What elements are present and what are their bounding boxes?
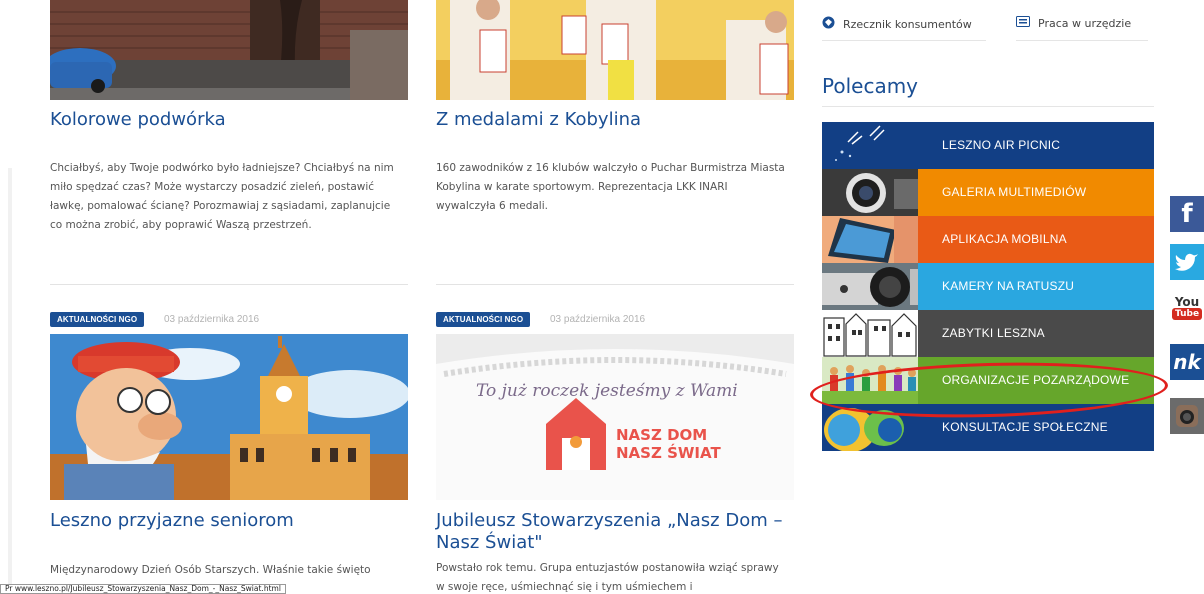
- nk-icon[interactable]: nk: [1170, 344, 1204, 380]
- article-divider: [50, 284, 408, 285]
- recommended-divider: [822, 106, 1154, 107]
- article-image-kolorowe-podworka[interactable]: [50, 0, 408, 100]
- left-border: [8, 168, 12, 594]
- logo-line1: NASZ DOM: [616, 426, 707, 444]
- cake-handwriting: To już roczek jesteśmy z Wami: [476, 381, 738, 401]
- tile-aplikacja-mobilna[interactable]: APLIKACJA MOBILNA: [822, 216, 1154, 263]
- article-title[interactable]: Leszno przyjazne seniorom: [50, 510, 294, 532]
- smartphone-icon: [822, 216, 918, 263]
- article-excerpt: Chciałbyś, aby Twoje podwórko było ładni…: [50, 162, 394, 231]
- youtube-icon[interactable]: You Tube: [1170, 290, 1204, 326]
- plane-icon: [822, 122, 918, 169]
- article-title[interactable]: Z medalami z Kobylina: [436, 109, 641, 131]
- article-excerpt: 160 zawodników z 16 klubów walczyło o Pu…: [436, 162, 785, 212]
- tile-kamery-na-ratuszu[interactable]: KAMERY NA RATUSZU: [822, 263, 1154, 310]
- category-badge[interactable]: AKTUALNOŚCI NGO: [50, 312, 145, 327]
- article-date: 03 października 2016: [164, 314, 260, 325]
- link-underline: [822, 40, 986, 41]
- twitter-icon[interactable]: [1170, 244, 1204, 280]
- tile-label: LESZNO AIR PICNIC: [942, 138, 1061, 152]
- shield-icon: [822, 16, 835, 32]
- article-image-seniorzy[interactable]: [50, 334, 408, 500]
- id-card-icon: [1016, 16, 1030, 30]
- facebook-icon[interactable]: f: [1170, 196, 1204, 232]
- article-date: 03 października 2016: [550, 314, 646, 325]
- video-camera-icon: [822, 263, 918, 310]
- camera-icon: [822, 169, 918, 216]
- article-divider: [436, 284, 794, 285]
- tile-label: GALERIA MULTIMEDIÓW: [942, 185, 1087, 199]
- facebook-label: f: [1181, 199, 1193, 229]
- link-praca-w-urzedzie[interactable]: Praca w urzędzie: [1016, 16, 1148, 41]
- townhouses-icon: [822, 310, 918, 357]
- tile-leszno-air-picnic[interactable]: LESZNO AIR PICNIC: [822, 122, 1154, 169]
- article-excerpt: Międzynarodowy Dzień Osób Starszych. Wła…: [50, 564, 371, 576]
- link-label: Rzecznik konsumentów: [843, 17, 972, 31]
- article-excerpt: Powstało rok temu. Grupa entuzjastów pos…: [436, 562, 779, 593]
- logo-line2: NASZ ŚWIAT: [616, 443, 721, 462]
- link-rzecznik-konsumentow[interactable]: Rzecznik konsumentów: [822, 16, 986, 41]
- tile-label: ZABYTKI LESZNA: [942, 326, 1045, 340]
- browser-status-bar: Pr www.leszno.pl/Jubileusz_Stowarzyszeni…: [0, 584, 286, 594]
- article-image-z-medalami[interactable]: [436, 0, 794, 100]
- link-label: Praca w urzędzie: [1038, 16, 1132, 30]
- instagram-icon[interactable]: [1170, 398, 1204, 434]
- link-underline: [1016, 40, 1148, 41]
- article-image-jubileusz[interactable]: To już roczek jesteśmy z Wami NASZ DOM N…: [436, 334, 794, 500]
- youtube-label: You: [1174, 295, 1200, 309]
- tile-galeria-multimediow[interactable]: GALERIA MULTIMEDIÓW: [822, 169, 1154, 216]
- top-links: Rzecznik konsumentów Praca w urzędzie: [822, 8, 1148, 42]
- article-title[interactable]: Jubileusz Stowarzyszenia „Nasz Dom – Nas…: [436, 510, 794, 554]
- tile-zabytki-leszna[interactable]: ZABYTKI LESZNA: [822, 310, 1154, 357]
- youtube-label-2: Tube: [1171, 308, 1203, 320]
- article-title[interactable]: Kolorowe podwórka: [50, 109, 226, 131]
- category-badge[interactable]: AKTUALNOŚCI NGO: [436, 312, 531, 327]
- nk-label: nk: [1173, 350, 1201, 374]
- tile-label: APLIKACJA MOBILNA: [942, 232, 1067, 246]
- tile-label: KAMERY NA RATUSZU: [942, 279, 1075, 293]
- recommended-heading: Polecamy: [822, 74, 919, 98]
